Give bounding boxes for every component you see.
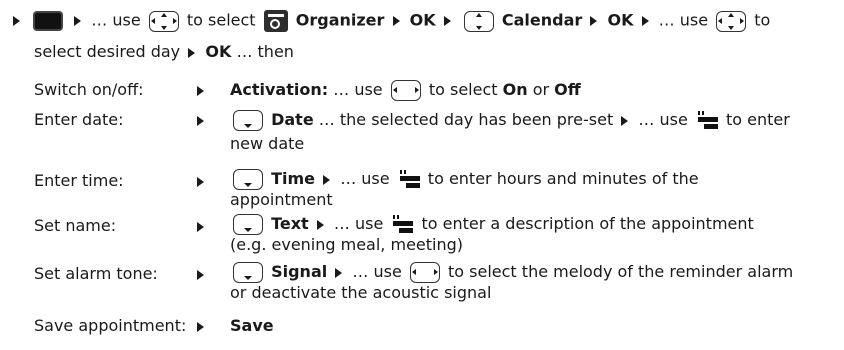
row-label: Enter date: [34, 110, 124, 129]
intro-use: … use [91, 10, 141, 30]
step-arrow-icon [197, 85, 204, 96]
ok-label: OK [205, 42, 232, 61]
desc-text: … use [638, 110, 688, 129]
down-key-icon [233, 214, 263, 235]
desc-text: to select [428, 80, 498, 99]
desc-text: or [532, 80, 550, 99]
row-desc: Save [230, 314, 830, 338]
keypad-icon [398, 169, 420, 190]
desc-text: new date [230, 134, 305, 153]
row-label: Save appointment: [34, 316, 187, 335]
row-label: Set name: [34, 216, 117, 235]
desc-text: … use [340, 169, 390, 188]
step-arrow-icon [392, 16, 400, 26]
ok-label: OK [409, 10, 436, 30]
step-arrow-icon [13, 16, 20, 26]
step-arrow-icon [197, 115, 204, 126]
save-label: Save [230, 316, 274, 335]
step-arrow-icon [335, 267, 343, 278]
intro-use: … use [658, 10, 709, 30]
intro-select-day: select desired day [34, 42, 181, 61]
menu-key-icon [33, 11, 64, 31]
intro-then: … then [236, 42, 294, 61]
intro-to-select: to select [186, 10, 256, 30]
navigation-key-leftright-icon [409, 262, 440, 283]
desc-text: to enter [726, 110, 790, 129]
row-label: Set alarm tone: [34, 264, 158, 283]
row-desc: Date … the selected day has been pre-set… [230, 108, 830, 156]
step-arrow-icon [188, 47, 196, 58]
desc-text: to enter a description of the appointmen… [421, 214, 754, 233]
organizer-icon [263, 10, 288, 32]
step-arrow-icon [323, 174, 331, 185]
navigation-key-updown-icon [463, 10, 494, 32]
row-desc: Activation: … use to select On or Off [230, 78, 830, 102]
ok-label: OK [607, 10, 634, 30]
desc-text: … use [352, 262, 402, 281]
desc-text: … use [333, 214, 384, 233]
desc-text: … use [333, 80, 383, 99]
row-desc: Time … use to enter hours and minutes of… [230, 169, 830, 210]
step-arrow-icon [74, 16, 82, 26]
step-arrow-icon [197, 221, 204, 232]
intro-line-1: … use to select Organizer OK Calendar OK… [10, 10, 770, 32]
desc-text: to select the melody of the reminder ala… [448, 262, 794, 281]
down-key-icon [233, 169, 263, 190]
step-arrow-icon [621, 115, 629, 126]
off-label: Off [554, 80, 581, 99]
intro-line-2: select desired day OK … then [34, 42, 294, 61]
step-arrow-icon [590, 16, 598, 26]
row-label: Enter time: [34, 171, 124, 190]
desc-text: … the selected day has been pre-set [318, 110, 614, 129]
step-arrow-icon [316, 219, 324, 230]
keypad-icon [696, 110, 718, 131]
desc-text: (e.g. evening meal, meeting) [230, 235, 464, 254]
keypad-icon [391, 214, 414, 235]
intro-to: to [754, 10, 771, 30]
calendar-label: Calendar [501, 10, 583, 30]
signal-label: Signal [271, 262, 328, 281]
step-arrow-icon [197, 176, 204, 187]
activation-label: Activation: [230, 80, 329, 99]
row-desc: Signal … use to select the melody of the… [230, 262, 830, 303]
down-key-icon [233, 262, 263, 283]
desc-text: to enter hours and minutes of the [427, 169, 699, 188]
row-label: Switch on/off: [34, 80, 144, 99]
down-key-icon [233, 110, 263, 131]
step-arrow-icon [197, 321, 204, 332]
navigation-key-icon [148, 10, 179, 32]
organizer-label: Organizer [295, 10, 385, 30]
step-arrow-icon [443, 16, 451, 26]
desc-text: or deactivate the acoustic signal [230, 283, 492, 302]
time-label: Time [271, 169, 316, 188]
step-arrow-icon [197, 269, 204, 280]
on-label: On [502, 80, 528, 99]
date-label: Date [271, 110, 314, 129]
navigation-key-leftright-icon [390, 80, 421, 101]
desc-text: appointment [230, 190, 333, 209]
navigation-key-icon [716, 10, 747, 32]
step-arrow-icon [641, 16, 649, 26]
text-label: Text [271, 214, 309, 233]
row-desc: Text … use to enter a description of the… [230, 214, 830, 255]
